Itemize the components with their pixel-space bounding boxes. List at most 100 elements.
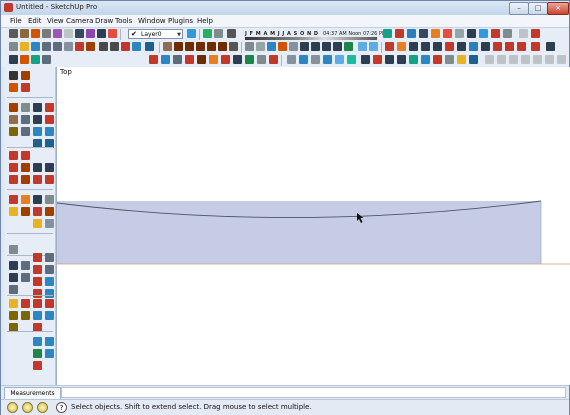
wireframe-icon[interactable]: [245, 42, 254, 51]
section-tool-icon[interactable]: [9, 195, 18, 204]
edge-style-icon[interactable]: [361, 55, 370, 64]
arc2-tool-icon[interactable]: [45, 265, 54, 274]
solid-split-icon[interactable]: [531, 42, 540, 51]
shaded-texture-icon[interactable]: [278, 42, 287, 51]
right-view-icon[interactable]: [196, 42, 205, 51]
redo-icon[interactable]: [110, 42, 119, 51]
maximize-button[interactable]: □: [528, 2, 548, 15]
arc-icon[interactable]: [75, 29, 84, 38]
hidden-line-icon[interactable]: [256, 42, 265, 51]
profiles-icon[interactable]: [373, 55, 382, 64]
polygon-icon[interactable]: [86, 29, 95, 38]
offset-icon[interactable]: [457, 42, 466, 51]
weld-tool-icon[interactable]: [9, 311, 18, 320]
line-icon[interactable]: [53, 29, 62, 38]
loft-tool-icon[interactable]: [9, 273, 18, 282]
window-tool-icon[interactable]: [221, 55, 230, 64]
fillet-tool-icon[interactable]: [9, 299, 18, 308]
polyline-tool-icon[interactable]: [33, 277, 42, 286]
left-view-icon[interactable]: [218, 42, 227, 51]
roof-tool-icon[interactable]: [33, 207, 42, 216]
follow-me-tool-icon[interactable]: [45, 115, 54, 124]
zoom-window-tool-icon[interactable]: [45, 163, 54, 172]
curve-tool-icon[interactable]: [33, 265, 42, 274]
polygon-tool-icon[interactable]: [9, 127, 18, 136]
solid-subtract-icon[interactable]: [505, 42, 514, 51]
menu-view[interactable]: View: [47, 17, 64, 25]
offset-tool-icon[interactable]: [45, 127, 54, 136]
modeling-viewport[interactable]: Top: [56, 67, 570, 385]
model-canvas[interactable]: [57, 67, 570, 385]
circle-tool-icon[interactable]: [9, 115, 18, 124]
walkthrough-icon[interactable]: [161, 55, 170, 64]
match-photo-panel-icon[interactable]: [545, 55, 554, 64]
perspective-icon[interactable]: [421, 55, 430, 64]
smoove-tool-icon[interactable]: [33, 219, 42, 228]
shadow-time-slider[interactable]: [245, 37, 377, 40]
line-tool-icon[interactable]: [21, 103, 30, 112]
orbit-icon[interactable]: [300, 42, 309, 51]
paint-bucket-icon[interactable]: [20, 29, 29, 38]
circle2-tool-icon[interactable]: [45, 277, 54, 286]
scale-tool-icon[interactable]: [33, 127, 42, 136]
previous-view-icon[interactable]: [358, 42, 367, 51]
xray-icon[interactable]: [229, 42, 238, 51]
paint-tool-icon[interactable]: [9, 83, 18, 92]
sandbox-icon[interactable]: [383, 29, 392, 38]
position-camera-icon[interactable]: [491, 29, 500, 38]
helix-tool-icon[interactable]: [45, 337, 54, 346]
layer-manager-icon[interactable]: [187, 29, 196, 38]
push-pull-icon[interactable]: [481, 42, 490, 51]
look-around-icon[interactable]: [479, 29, 488, 38]
face-style-3-icon[interactable]: [311, 55, 320, 64]
erase-selection-icon[interactable]: [75, 42, 84, 51]
extend-tool-icon[interactable]: [45, 299, 54, 308]
model-info-icon[interactable]: [121, 42, 130, 51]
select-tool-icon[interactable]: [9, 71, 18, 80]
zoom-icon[interactable]: [322, 42, 331, 51]
close-button[interactable]: ×: [547, 2, 569, 15]
move-icon[interactable]: [97, 29, 106, 38]
text-tool-icon[interactable]: [531, 29, 540, 38]
materials-panel-icon[interactable]: [20, 55, 29, 64]
dimension-tool-icon[interactable]: [21, 151, 30, 160]
get-models-icon[interactable]: [457, 55, 466, 64]
face-style-1-icon[interactable]: [287, 55, 296, 64]
shell-tool-icon[interactable]: [9, 285, 18, 294]
camera-standard-icon[interactable]: [149, 55, 158, 64]
spiral-tool-icon[interactable]: [33, 337, 42, 346]
smoove-icon[interactable]: [395, 29, 404, 38]
instructor-icon[interactable]: [533, 55, 542, 64]
scenes-panel-icon[interactable]: [42, 55, 51, 64]
arc-tool-icon[interactable]: [21, 115, 30, 124]
rectangle-icon[interactable]: [42, 29, 51, 38]
spline-tool-icon[interactable]: [45, 253, 54, 262]
tape-tool-icon[interactable]: [9, 151, 18, 160]
undo-icon[interactable]: [99, 42, 108, 51]
door-icon[interactable]: [209, 55, 218, 64]
solid-union-icon[interactable]: [493, 42, 502, 51]
sweep-tool-icon[interactable]: [45, 349, 54, 358]
extensions-icon[interactable]: [385, 55, 394, 64]
shadow-settings-icon[interactable]: [203, 29, 212, 38]
scale-icon[interactable]: [469, 42, 478, 51]
previous-tool-icon[interactable]: [45, 175, 54, 184]
walk-tool-icon[interactable]: [33, 195, 42, 204]
print-icon[interactable]: [86, 42, 95, 51]
extrude-tool-icon[interactable]: [9, 261, 18, 270]
share-model-icon[interactable]: [469, 55, 478, 64]
eraser-tool-icon[interactable]: [21, 83, 30, 92]
face-style-4-icon[interactable]: [323, 55, 332, 64]
menu-camera[interactable]: Camera: [66, 17, 93, 25]
preferences-icon[interactable]: [557, 55, 566, 64]
menu-help[interactable]: Help: [197, 17, 213, 25]
rotate-tool-icon[interactable]: [33, 115, 42, 124]
menu-plugins[interactable]: Plugins: [168, 17, 193, 25]
follow-me-icon[interactable]: [433, 42, 442, 51]
cut-icon[interactable]: [42, 42, 51, 51]
trim-tool-icon[interactable]: [33, 299, 42, 308]
walk-icon[interactable]: [467, 29, 476, 38]
roof-icon[interactable]: [185, 55, 194, 64]
stairs-icon[interactable]: [233, 55, 242, 64]
zoom-tool-icon[interactable]: [33, 163, 42, 172]
